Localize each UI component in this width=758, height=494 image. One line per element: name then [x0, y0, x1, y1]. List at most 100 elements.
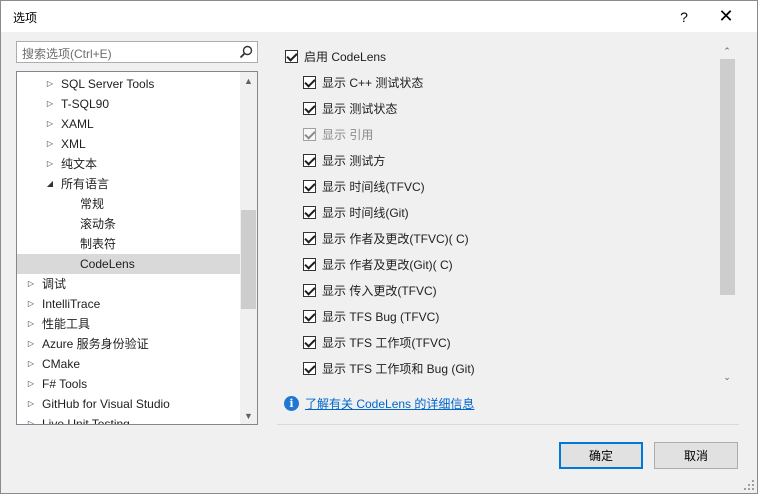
resize-grip-icon[interactable] [743, 479, 755, 491]
options-tree[interactable]: ▷ SQL Server Tools ▷ T-SQL90 ▷ XAML ▷ XM… [16, 71, 258, 425]
option-tfs-bug-tfvc[interactable]: 显示 TFS Bug (TFVC) [303, 306, 439, 326]
tree-item-label: IntelliTrace [42, 297, 101, 311]
codelens-options-panel: 启用 CodeLens 显示 C++ 测试状态 显示 测试状态 显示 引用 显示… [277, 41, 740, 387]
tree-item-label: SQL Server Tools [61, 77, 155, 91]
option-authors-git[interactable]: 显示 作者及更改(Git)( C) [303, 254, 453, 274]
options-scroll-thumb[interactable] [720, 59, 735, 295]
expand-arrow-icon[interactable]: ▷ [45, 134, 55, 154]
search-placeholder: 搜索选项(Ctrl+E) [22, 47, 112, 61]
tree-item-tsql90[interactable]: ▷ T-SQL90 [17, 94, 240, 114]
option-checkbox[interactable] [303, 231, 316, 245]
option-label: 显示 传入更改(TFVC) [322, 283, 437, 298]
tree-item-azure-auth[interactable]: ▷ Azure 服务身份验证 [17, 334, 240, 354]
expand-arrow-icon[interactable]: ▷ [45, 94, 55, 114]
enable-codelens-checkbox[interactable] [285, 49, 298, 63]
help-button[interactable]: ? [667, 1, 701, 32]
option-checkbox[interactable] [303, 179, 316, 193]
expand-arrow-icon[interactable]: ▷ [45, 74, 55, 94]
option-authors-tfvc[interactable]: 显示 作者及更改(TFVC)( C) [303, 228, 469, 248]
tree-item-label: 调试 [42, 277, 67, 291]
tree-item-label: 制表符 [80, 237, 117, 251]
title-bar: 选项 ? ✕ [1, 1, 757, 32]
option-checkbox[interactable] [303, 335, 316, 349]
tree-item-scrollbars[interactable]: 滚动条 [17, 214, 240, 234]
expand-arrow-icon[interactable]: ▷ [26, 274, 36, 294]
tree-item-label: GitHub for Visual Studio [42, 397, 170, 411]
ok-button[interactable]: 确定 [559, 442, 643, 469]
option-references: 显示 引用 [303, 124, 373, 144]
expand-arrow-icon[interactable]: ▷ [26, 374, 36, 394]
option-timeline-git[interactable]: 显示 时间线(Git) [303, 202, 409, 222]
tree-item-sql-server-tools[interactable]: ▷ SQL Server Tools [17, 74, 240, 94]
tree-item-performance-tools[interactable]: ▷ 性能工具 [17, 314, 240, 334]
tree-item-fsharp-tools[interactable]: ▷ F# Tools [17, 374, 240, 394]
tree-item-label: F# Tools [42, 377, 88, 391]
expand-arrow-icon[interactable]: ▷ [45, 114, 55, 134]
tree-item-label: T-SQL90 [61, 97, 110, 111]
scroll-up-icon[interactable]: ⌃ [718, 43, 736, 59]
tree-item-plain-text[interactable]: ▷ 纯文本 [17, 154, 240, 174]
option-checkbox[interactable] [303, 283, 316, 297]
tree-item-general[interactable]: 常规 [17, 194, 240, 214]
option-checkbox[interactable] [303, 153, 316, 167]
option-label: 显示 TFS 工作项和 Bug (Git) [322, 361, 475, 376]
option-checkbox[interactable] [303, 257, 316, 271]
expand-arrow-icon[interactable]: ▷ [26, 314, 36, 334]
option-label: 显示 C++ 测试状态 [322, 75, 424, 90]
expand-arrow-icon[interactable]: ▷ [26, 334, 36, 354]
options-scrollbar[interactable]: ⌃ ⌄ [718, 43, 736, 385]
scroll-up-icon[interactable]: ▲ [240, 72, 257, 89]
tree-item-cmake[interactable]: ▷ CMake [17, 354, 240, 374]
tree-item-label: Azure 服务身份验证 [42, 337, 149, 351]
expand-arrow-icon[interactable]: ▷ [45, 154, 55, 174]
option-checkbox[interactable] [303, 75, 316, 89]
window-title: 选项 [13, 11, 38, 25]
search-icon[interactable] [238, 44, 254, 60]
tree-item-label: 纯文本 [61, 157, 98, 171]
tree-item-label: 所有语言 [61, 177, 110, 191]
option-checkbox[interactable] [303, 361, 316, 375]
search-input[interactable]: 搜索选项(Ctrl+E) [16, 41, 258, 63]
option-timeline-tfvc[interactable]: 显示 时间线(TFVC) [303, 176, 425, 196]
cancel-button[interactable]: 取消 [654, 442, 738, 469]
option-cpp-test-status[interactable]: 显示 C++ 测试状态 [303, 72, 423, 92]
expand-arrow-icon[interactable]: ▷ [26, 394, 36, 414]
tree-item-xml[interactable]: ▷ XML [17, 134, 240, 154]
learn-more-link[interactable]: 了解有关 CodeLens 的详细信息 [305, 395, 474, 412]
tree-item-all-languages[interactable]: ◢ 所有语言 [17, 174, 240, 194]
tree-item-label: XAML [61, 117, 94, 131]
enable-codelens-option[interactable]: 启用 CodeLens [285, 46, 386, 66]
expand-arrow-icon[interactable]: ▷ [26, 354, 36, 374]
tree-list: ▷ SQL Server Tools ▷ T-SQL90 ▷ XAML ▷ XM… [17, 72, 240, 424]
expand-arrow-icon[interactable]: ▷ [26, 294, 36, 314]
tree-scroll-thumb[interactable] [241, 210, 256, 309]
option-label: 显示 作者及更改(TFVC)( C) [322, 231, 469, 246]
option-checkbox-disabled [303, 127, 316, 141]
option-label: 显示 引用 [322, 127, 374, 142]
tree-item-tabs[interactable]: 制表符 [17, 234, 240, 254]
scroll-down-icon[interactable]: ⌄ [718, 369, 736, 385]
option-tfs-workitems-git[interactable]: 显示 TFS 工作项和 Bug (Git) [303, 358, 475, 378]
option-checkbox[interactable] [303, 309, 316, 323]
tree-item-intellitrace[interactable]: ▷ IntelliTrace [17, 294, 240, 314]
tree-scrollbar[interactable]: ▲ ▼ [240, 72, 257, 424]
option-label: 显示 时间线(Git) [322, 205, 409, 220]
expand-arrow-icon[interactable]: ▷ [26, 414, 36, 424]
option-tested-by[interactable]: 显示 测试方 [303, 150, 385, 170]
tree-item-debugging[interactable]: ▷ 调试 [17, 274, 240, 294]
tree-item-codelens[interactable]: CodeLens [17, 254, 240, 274]
option-label: 显示 测试方 [322, 153, 386, 168]
tree-item-github[interactable]: ▷ GitHub for Visual Studio [17, 394, 240, 414]
tree-item-live-unit-testing[interactable]: ▷ Live Unit Testing [17, 414, 240, 424]
option-tfs-workitems-tfvc[interactable]: 显示 TFS 工作项(TFVC) [303, 332, 451, 352]
tree-item-label: 性能工具 [42, 317, 91, 331]
scroll-down-icon[interactable]: ▼ [240, 407, 257, 424]
option-incoming-tfvc[interactable]: 显示 传入更改(TFVC) [303, 280, 437, 300]
close-button[interactable]: ✕ [709, 1, 743, 32]
option-checkbox[interactable] [303, 101, 316, 115]
collapse-arrow-icon[interactable]: ◢ [45, 174, 55, 194]
option-checkbox[interactable] [303, 205, 316, 219]
tree-item-label: 常规 [80, 197, 105, 211]
tree-item-xaml[interactable]: ▷ XAML [17, 114, 240, 134]
option-test-status[interactable]: 显示 测试状态 [303, 98, 397, 118]
